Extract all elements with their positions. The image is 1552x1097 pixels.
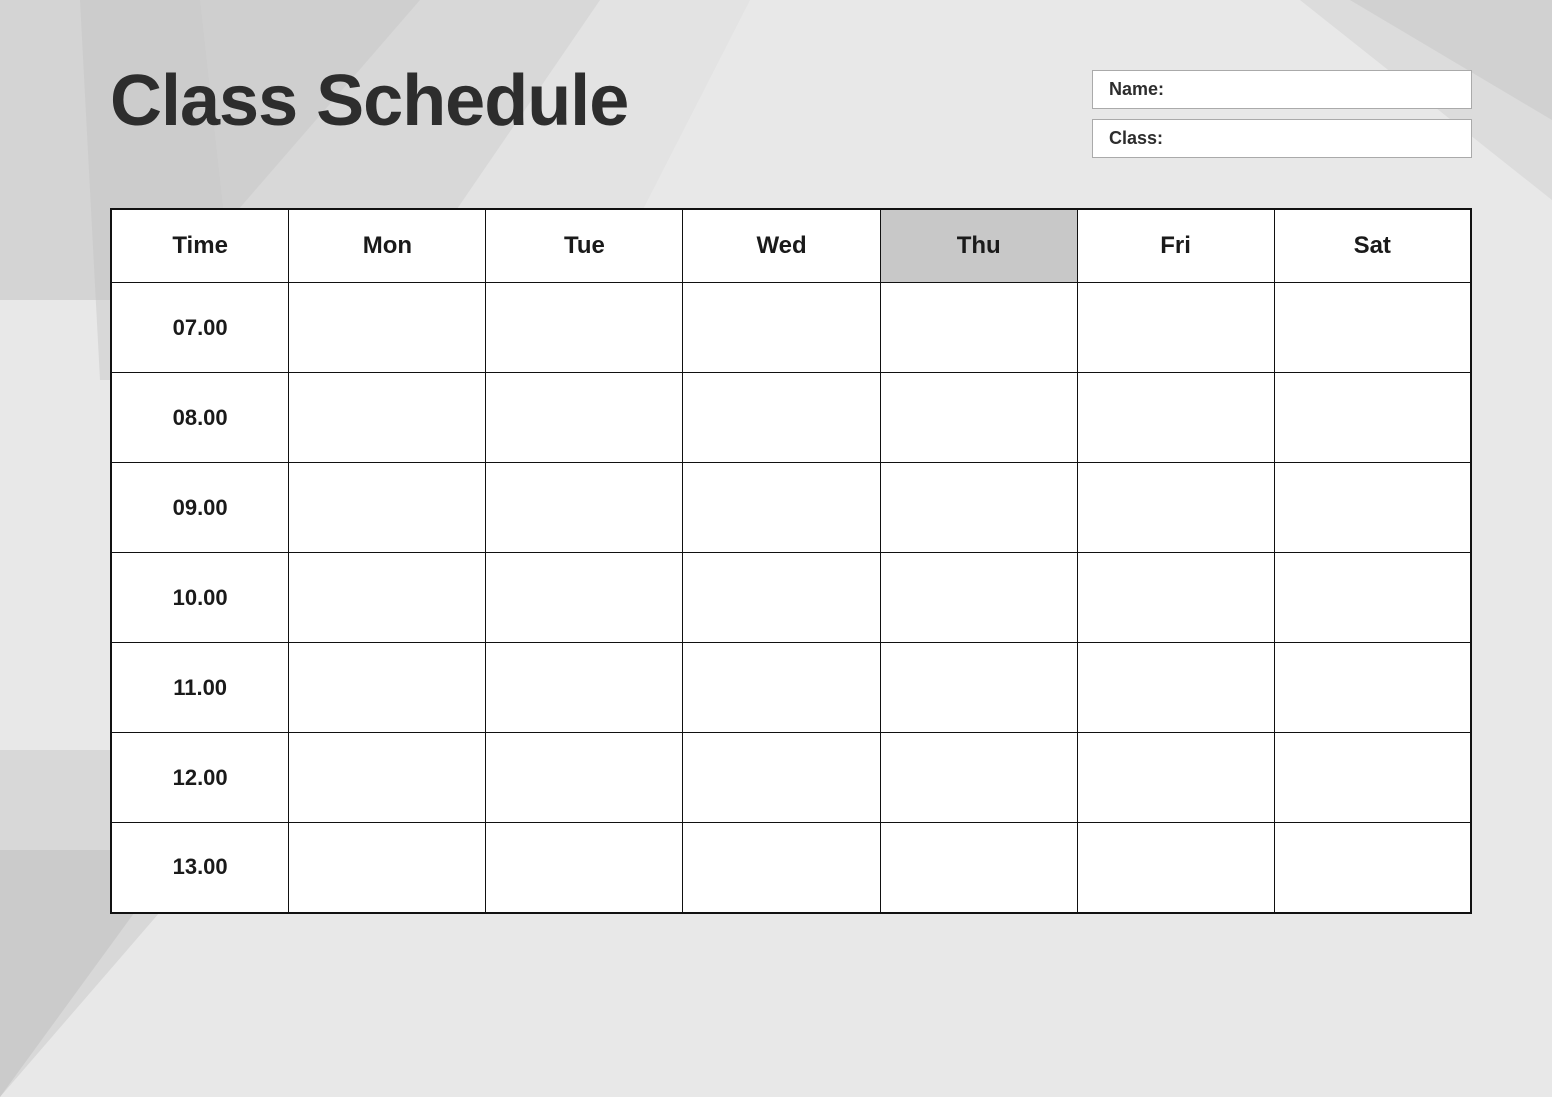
time-cell: 10.00 <box>111 553 289 643</box>
cell-sat-row3[interactable] <box>1274 553 1471 643</box>
header-time: Time <box>111 209 289 283</box>
cell-tue-row4[interactable] <box>486 643 683 733</box>
header-thu: Thu <box>880 209 1077 283</box>
header-wed: Wed <box>683 209 880 283</box>
cell-mon-row5[interactable] <box>289 733 486 823</box>
table-header-row: Time Mon Tue Wed Thu Fri Sat <box>111 209 1471 283</box>
header-sat: Sat <box>1274 209 1471 283</box>
cell-fri-row6[interactable] <box>1077 823 1274 913</box>
class-field[interactable]: Class: <box>1092 119 1472 158</box>
time-cell: 13.00 <box>111 823 289 913</box>
cell-thu-row6[interactable] <box>880 823 1077 913</box>
cell-fri-row2[interactable] <box>1077 463 1274 553</box>
cell-thu-row2[interactable] <box>880 463 1077 553</box>
cell-tue-row1[interactable] <box>486 373 683 463</box>
header-tue: Tue <box>486 209 683 283</box>
cell-mon-row1[interactable] <box>289 373 486 463</box>
time-cell: 08.00 <box>111 373 289 463</box>
cell-wed-row3[interactable] <box>683 553 880 643</box>
cell-fri-row4[interactable] <box>1077 643 1274 733</box>
cell-sat-row6[interactable] <box>1274 823 1471 913</box>
cell-fri-row1[interactable] <box>1077 373 1274 463</box>
header-fri: Fri <box>1077 209 1274 283</box>
info-fields: Name: Class: <box>1092 70 1472 158</box>
table-row: 09.00 <box>111 463 1471 553</box>
cell-wed-row6[interactable] <box>683 823 880 913</box>
cell-fri-row0[interactable] <box>1077 283 1274 373</box>
table-row: 07.00 <box>111 283 1471 373</box>
cell-wed-row4[interactable] <box>683 643 880 733</box>
table-row: 11.00 <box>111 643 1471 733</box>
cell-wed-row1[interactable] <box>683 373 880 463</box>
page-title: Class Schedule <box>110 60 628 142</box>
cell-thu-row0[interactable] <box>880 283 1077 373</box>
cell-wed-row0[interactable] <box>683 283 880 373</box>
schedule-table: Time Mon Tue Wed Thu Fri Sat 07.0008.000… <box>110 208 1472 914</box>
cell-thu-row3[interactable] <box>880 553 1077 643</box>
table-row: 10.00 <box>111 553 1471 643</box>
cell-sat-row0[interactable] <box>1274 283 1471 373</box>
cell-tue-row0[interactable] <box>486 283 683 373</box>
cell-tue-row2[interactable] <box>486 463 683 553</box>
cell-tue-row6[interactable] <box>486 823 683 913</box>
cell-tue-row3[interactable] <box>486 553 683 643</box>
time-cell: 12.00 <box>111 733 289 823</box>
cell-mon-row3[interactable] <box>289 553 486 643</box>
name-field[interactable]: Name: <box>1092 70 1472 109</box>
header-section: Class Schedule Name: Class: <box>110 60 1472 158</box>
table-row: 13.00 <box>111 823 1471 913</box>
cell-sat-row1[interactable] <box>1274 373 1471 463</box>
cell-sat-row2[interactable] <box>1274 463 1471 553</box>
cell-thu-row1[interactable] <box>880 373 1077 463</box>
table-row: 12.00 <box>111 733 1471 823</box>
table-row: 08.00 <box>111 373 1471 463</box>
cell-mon-row6[interactable] <box>289 823 486 913</box>
cell-fri-row3[interactable] <box>1077 553 1274 643</box>
time-cell: 07.00 <box>111 283 289 373</box>
cell-sat-row5[interactable] <box>1274 733 1471 823</box>
cell-wed-row2[interactable] <box>683 463 880 553</box>
cell-mon-row0[interactable] <box>289 283 486 373</box>
time-cell: 11.00 <box>111 643 289 733</box>
cell-sat-row4[interactable] <box>1274 643 1471 733</box>
cell-wed-row5[interactable] <box>683 733 880 823</box>
cell-tue-row5[interactable] <box>486 733 683 823</box>
cell-mon-row4[interactable] <box>289 643 486 733</box>
header-mon: Mon <box>289 209 486 283</box>
cell-thu-row5[interactable] <box>880 733 1077 823</box>
cell-fri-row5[interactable] <box>1077 733 1274 823</box>
cell-thu-row4[interactable] <box>880 643 1077 733</box>
cell-mon-row2[interactable] <box>289 463 486 553</box>
time-cell: 09.00 <box>111 463 289 553</box>
